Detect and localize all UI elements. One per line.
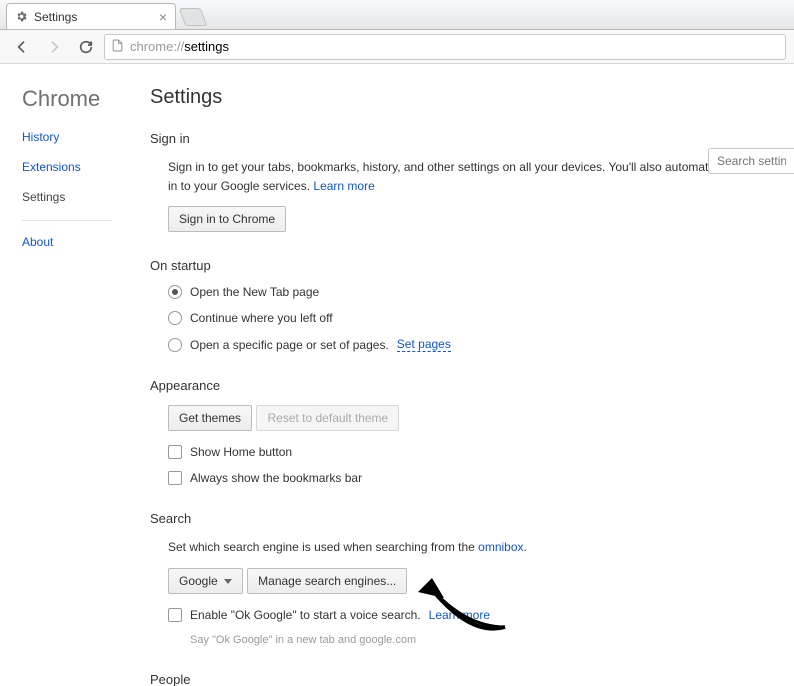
browser-tab-settings[interactable]: Settings ×: [6, 3, 176, 29]
signin-button[interactable]: Sign in to Chrome: [168, 206, 286, 232]
signin-desc: Sign in to get your tabs, bookmarks, his…: [168, 158, 794, 196]
tab-title: Settings: [34, 10, 77, 24]
startup-heading: On startup: [150, 258, 794, 273]
sidebar-item-history[interactable]: History: [22, 130, 150, 144]
sidebar-item-settings[interactable]: Settings: [22, 190, 150, 204]
show-home-checkbox[interactable]: Show Home button: [168, 445, 794, 459]
settings-search: [708, 148, 794, 174]
page-icon: [111, 39, 124, 55]
forward-button[interactable]: [40, 34, 68, 60]
sidebar-item-extensions[interactable]: Extensions: [22, 160, 150, 174]
appearance-heading: Appearance: [150, 378, 794, 393]
get-themes-button[interactable]: Get themes: [168, 405, 252, 431]
page-title: Settings: [150, 86, 794, 109]
content-area: Chrome History Extensions Settings About…: [0, 64, 794, 686]
startup-radio-newtab[interactable]: Open the New Tab page: [168, 285, 794, 299]
signin-learn-more-link[interactable]: Learn more: [313, 179, 374, 193]
back-button[interactable]: [8, 34, 36, 60]
tab-bar: Settings ×: [0, 0, 794, 30]
radio-icon: [168, 311, 182, 325]
new-tab-button[interactable]: [179, 8, 208, 26]
set-pages-link[interactable]: Set pages: [397, 337, 451, 352]
section-startup: On startup Open the New Tab page Continu…: [150, 258, 794, 352]
toolbar: chrome://settings: [0, 30, 794, 64]
checkbox-icon: [168, 445, 182, 459]
reset-theme-button: Reset to default theme: [256, 405, 399, 431]
sidebar-divider: [22, 220, 112, 221]
close-icon[interactable]: ×: [159, 9, 167, 25]
chevron-down-icon: [224, 579, 232, 584]
main-panel: Settings Sign in Sign in to get your tab…: [150, 64, 794, 686]
url-scheme: chrome://: [130, 39, 184, 54]
sidebar: Chrome History Extensions Settings About: [0, 64, 150, 686]
startup-radio-specific[interactable]: Open a specific page or set of pages. Se…: [168, 337, 794, 352]
ok-google-checkbox[interactable]: Enable "Ok Google" to start a voice sear…: [168, 608, 794, 622]
section-signin: Sign in Sign in to get your tabs, bookma…: [150, 131, 794, 232]
checkbox-icon: [168, 608, 182, 622]
url-path: settings: [184, 39, 229, 54]
section-search: Search Set which search engine is used w…: [150, 511, 794, 645]
ok-google-learn-more-link[interactable]: Learn more: [429, 608, 490, 622]
sidebar-item-about[interactable]: About: [22, 235, 150, 249]
radio-icon: [168, 285, 182, 299]
reload-button[interactable]: [72, 34, 100, 60]
sidebar-brand: Chrome: [22, 86, 150, 112]
omnibox-link[interactable]: omnibox: [478, 540, 523, 554]
radio-icon: [168, 338, 182, 352]
search-engine-dropdown[interactable]: Google: [168, 568, 243, 594]
section-appearance: Appearance Get themes Reset to default t…: [150, 378, 794, 485]
address-bar[interactable]: chrome://settings: [104, 34, 786, 60]
ok-google-hint: Say "Ok Google" in a new tab and google.…: [168, 634, 794, 646]
startup-radio-continue[interactable]: Continue where you left off: [168, 311, 794, 325]
show-bookmarks-checkbox[interactable]: Always show the bookmarks bar: [168, 471, 794, 485]
signin-heading: Sign in: [150, 131, 794, 146]
search-desc: Set which search engine is used when sea…: [168, 538, 794, 557]
gear-icon: [15, 10, 28, 23]
people-heading: People: [150, 672, 794, 686]
search-heading: Search: [150, 511, 794, 526]
settings-search-input[interactable]: [708, 148, 794, 174]
checkbox-icon: [168, 471, 182, 485]
section-people: People: [150, 672, 794, 686]
manage-search-engines-button[interactable]: Manage search engines...: [247, 568, 407, 594]
